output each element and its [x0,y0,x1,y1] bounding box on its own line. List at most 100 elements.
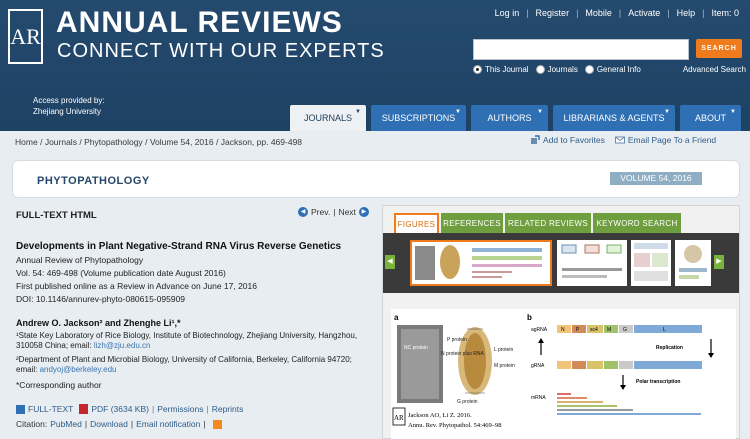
thumbnail-prev-arrow[interactable]: ◀ [385,255,395,269]
add-to-favorites-link[interactable]: Add to Favorites [543,135,605,145]
mobile-link[interactable]: Mobile [578,8,619,18]
permissions-link[interactable]: Permissions [157,404,203,414]
search-scope: This Journal Journals General Info [473,65,648,74]
brand-tagline: CONNECT WITH OUR EXPERTS [57,40,385,62]
figure-panel-a-label: a [394,313,399,322]
advanced-search-link[interactable]: Advanced Search [683,65,746,74]
fulltext-icon [16,404,25,414]
annual-reviews-logo[interactable]: AR [8,9,43,64]
figure-label: G protein [457,399,478,405]
email-page-link[interactable]: Email Page To a Friend [628,135,716,145]
radio-label: General Info [596,65,641,74]
figure-label: gRNA [531,363,545,369]
separator: / [40,137,43,147]
affiliation-2: ²Department of Plant and Microbial Biolo… [16,355,366,375]
separator: / [79,137,82,147]
radio-general-info[interactable] [584,65,594,74]
tab-references[interactable]: REFERENCES [441,213,503,233]
radio-journals[interactable] [535,65,545,74]
prev-next-nav: ◀ Prev. | Next ▶ [295,207,372,217]
separator: | [203,419,206,429]
search-button[interactable]: SEARCH [696,39,742,58]
figure-thumbnail[interactable] [631,240,671,286]
login-link[interactable]: Log in [488,8,527,18]
volume-badge[interactable]: VOLUME 54, 2016 [610,172,702,185]
tab-about[interactable]: ABOUT ▼ [680,105,741,131]
fulltext-link[interactable]: FULL-TEXT [28,404,73,414]
figure-label: NC protein [404,345,428,351]
breadcrumb: Home / Journals / Phytopathology / Volum… [15,137,302,147]
separator: / [216,137,219,147]
article-journal: Annual Review of Phytopathology [16,255,144,265]
gene-label: N [561,327,565,333]
figure-thumbnail[interactable] [557,240,627,286]
reprints-link[interactable]: Reprints [212,404,244,414]
breadcrumb-journal[interactable]: Phytopathology [84,137,143,147]
breadcrumb-journals[interactable]: Journals [45,137,77,147]
download-link[interactable]: Download [90,419,128,429]
article-doi: DOI: 10.1146/annurev-phyto-080615-095909 [16,294,186,304]
search-input[interactable] [473,39,689,60]
separator: | [206,404,209,414]
tab-subscriptions[interactable]: SUBSCRIPTIONS ▼ [371,105,466,131]
figure-preview[interactable]: a NC protein P protein N protein plus RN… [391,309,736,439]
next-arrow-icon[interactable]: ▶ [358,207,369,217]
separator: | [84,419,88,429]
citation-label: Citation: [16,419,48,429]
prev-arrow-icon[interactable]: ◀ [298,207,308,217]
figure-thumbnail-image [634,243,668,281]
tab-label: ABOUT [694,113,726,123]
rss-icon[interactable] [212,419,222,429]
chevron-down-icon: ▼ [730,109,736,115]
register-link[interactable]: Register [529,8,577,18]
pubmed-link[interactable]: PubMed [50,419,82,429]
email-icon [614,136,625,144]
pdf-link[interactable]: PDF (3634 KB) [91,404,149,414]
gene-label: M [607,327,611,333]
figure-label: L protein [494,347,513,353]
figure-label: mRNA [531,395,546,401]
figure-label: P protein [447,337,467,343]
journal-header-panel: PHYTOPATHOLOGY VOLUME 54, 2016 [12,160,740,198]
article-volume: Vol. 54: 469-498 (Volume publication dat… [16,268,226,278]
figure-tabs: FIGURES REFERENCES RELATED REVIEWS KEYWO… [394,213,683,233]
figure-credit: Annu. Rev. Phytopathol. 54:469–98 [408,422,501,429]
figure-credit: Jackson AO, Li Z. 2016. [408,412,472,419]
figure-thumbnail-image [561,244,622,278]
tab-authors[interactable]: AUTHORS ▼ [471,105,548,131]
tab-librarians-agents[interactable]: LIBRARIANS & AGENTS ▼ [553,105,675,131]
journal-title[interactable]: PHYTOPATHOLOGY [37,175,150,187]
credit-logo: AR [394,414,404,422]
thumbnail-next-arrow[interactable]: ▶ [714,255,724,269]
tab-related-reviews[interactable]: RELATED REVIEWS [505,213,591,233]
affiliation-text: ¹State Key Laboratory of Rice Biology, I… [16,331,358,350]
next-link[interactable]: Next [338,207,355,217]
brand-name[interactable]: ANNUAL REVIEWS [56,6,343,40]
breadcrumb-current: Jackson, pp. 469-498 [220,137,303,147]
tab-keyword-search[interactable]: KEYWORD SEARCH [593,213,681,233]
figure-label: Replication [656,345,683,351]
chevron-down-icon: ▼ [664,109,670,115]
cart-items-link[interactable]: Item: 0 [704,8,746,18]
email-link[interactable]: andyoj@berkeley.edu [40,365,117,374]
breadcrumb-volume[interactable]: Volume 54, 2016 [150,137,214,147]
figure-thumbnail-image [679,245,707,279]
separator: | [151,404,155,414]
page: AR ANNUAL REVIEWS CONNECT WITH OUR EXPER… [0,0,750,439]
help-link[interactable]: Help [670,8,703,18]
breadcrumb-home[interactable]: Home [15,137,38,147]
chevron-down-icon: ▼ [537,109,543,115]
figure-thumbnail[interactable] [675,240,711,286]
activate-link[interactable]: Activate [621,8,667,18]
radio-this-journal[interactable] [473,65,482,74]
email-notification-link[interactable]: Email notification [136,419,200,429]
email-link[interactable]: lizh@zju.edu.cn [94,341,151,350]
figure-thumbnail[interactable] [410,240,552,286]
tab-journals[interactable]: JOURNALS ▼ [290,105,366,131]
tab-figures[interactable]: FIGURES [394,213,439,233]
article-tools: FULL-TEXT PDF (3634 KB) | Permissions | … [16,404,243,414]
figure-panel-b-label: b [527,313,532,322]
chevron-down-icon: ▼ [455,109,461,115]
figure-thumbnail-image [415,245,542,280]
prev-link[interactable]: Prev. [311,207,330,217]
